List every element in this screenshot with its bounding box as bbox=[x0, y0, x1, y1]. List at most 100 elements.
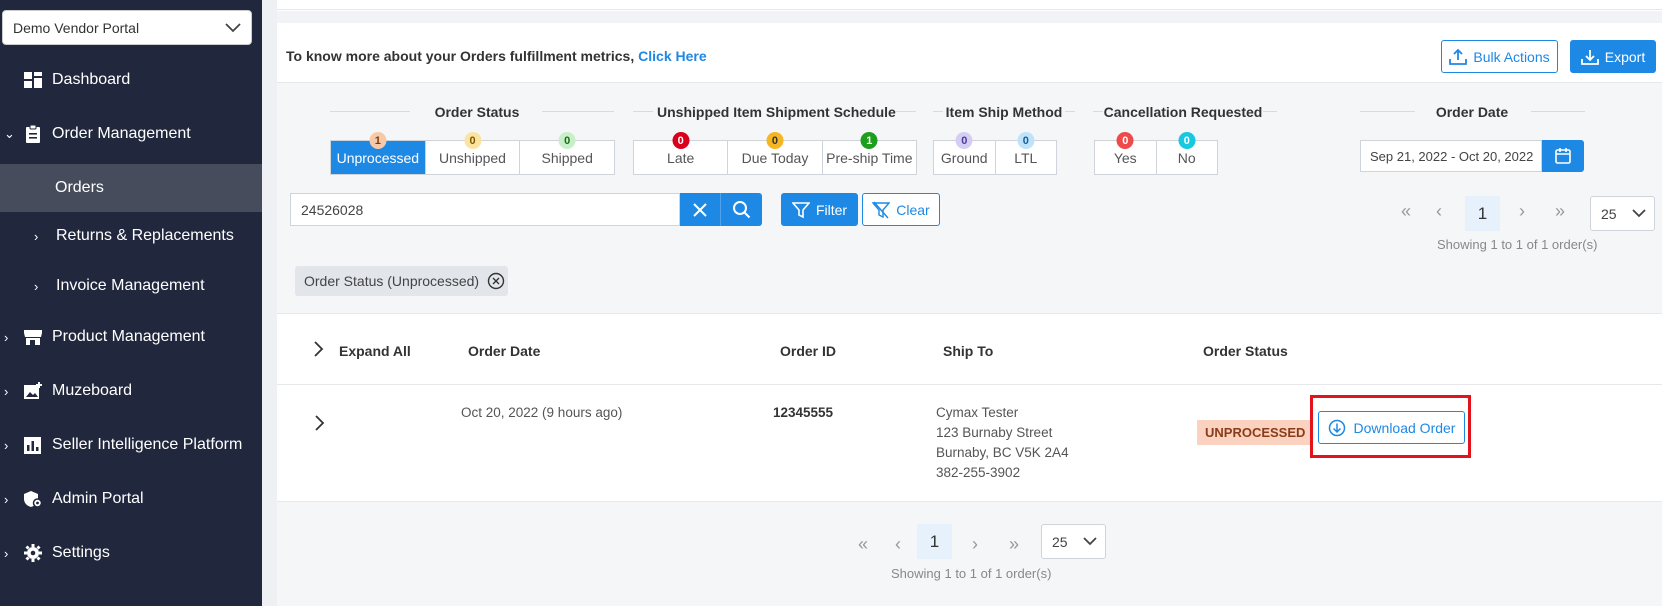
count-badge: 0 bbox=[955, 132, 973, 149]
sidebar-item-admin-portal[interactable]: › Admin Portal bbox=[0, 477, 262, 521]
filter-ltl[interactable]: 0 LTL bbox=[996, 132, 1057, 174]
sidebar: Demo Vendor Portal Dashboard ⌄ Order Man… bbox=[0, 0, 262, 606]
sidebar-item-dashboard[interactable]: Dashboard bbox=[0, 58, 262, 102]
banner-text: To know more about your Orders fulfillme… bbox=[286, 48, 707, 64]
filter-shipped[interactable]: 0 Shipped bbox=[520, 132, 614, 174]
clear-search-button[interactable] bbox=[680, 193, 720, 226]
count-badge: 0 bbox=[558, 132, 576, 149]
bulk-actions-button[interactable]: Bulk Actions bbox=[1441, 40, 1558, 73]
chevron-right-icon[interactable] bbox=[314, 341, 324, 357]
filter-label: Pre-ship Time bbox=[826, 149, 913, 166]
filter-button[interactable]: Filter bbox=[781, 193, 858, 226]
col-ship-to: Ship To bbox=[943, 343, 994, 359]
expand-all-button[interactable]: Expand All bbox=[339, 343, 411, 359]
chevron-right-icon: › bbox=[4, 329, 9, 345]
vendor-select[interactable]: Demo Vendor Portal bbox=[2, 10, 252, 45]
filter-due-today[interactable]: 0 Due Today bbox=[728, 132, 823, 174]
click-here-link[interactable]: Click Here bbox=[638, 48, 706, 64]
chevron-right-icon: › bbox=[4, 383, 9, 399]
expand-row-icon[interactable] bbox=[315, 415, 325, 431]
filter-yes[interactable]: 0 Yes bbox=[1095, 132, 1157, 174]
last-page-button[interactable]: » bbox=[1002, 532, 1026, 556]
shipment-schedule-filter: 0 Late 0 Due Today 1 Pre-ship Time bbox=[633, 132, 917, 175]
current-page[interactable]: 1 bbox=[1465, 196, 1500, 231]
active-filter-chip: Order Status (Unprocessed) bbox=[295, 266, 508, 296]
ship-to-cell: Cymax Tester 123 Burnaby Street Burnaby,… bbox=[936, 403, 1069, 483]
download-order-button[interactable]: Download Order bbox=[1318, 411, 1465, 444]
filter-label: No bbox=[1177, 149, 1196, 166]
bulk-actions-label: Bulk Actions bbox=[1473, 48, 1550, 65]
sidebar-item-seller-intelligence[interactable]: › Seller Intelligence Platform bbox=[0, 423, 262, 467]
count-badge: 0 bbox=[672, 132, 690, 149]
table-footer: « ‹ 1 › » 25 Showing 1 to 1 of 1 order(s… bbox=[277, 502, 1662, 606]
prev-page-button[interactable]: ‹ bbox=[1432, 199, 1446, 223]
filter-pre-ship-time[interactable]: 1 Pre-ship Time bbox=[823, 132, 916, 174]
search-input[interactable]: 24526028 bbox=[290, 193, 680, 226]
sidebar-item-muzeboard[interactable]: › Muzeboard bbox=[0, 369, 262, 413]
divider bbox=[1065, 111, 1075, 112]
filter-no[interactable]: 0 No bbox=[1157, 132, 1218, 174]
bar-chart-icon bbox=[24, 437, 41, 454]
last-page-button[interactable]: » bbox=[1548, 199, 1572, 223]
image-plus-icon bbox=[24, 382, 42, 399]
sidebar-item-label: Admin Portal bbox=[52, 490, 144, 507]
order-id-cell: 12345555 bbox=[773, 405, 834, 420]
order-status-title: Order Status bbox=[434, 104, 520, 120]
next-page-button[interactable]: › bbox=[1515, 199, 1529, 223]
date-range-input[interactable]: Sep 21, 2022 - Oct 20, 2022 bbox=[1360, 140, 1542, 172]
table-header: Expand All Order Date Order ID Ship To O… bbox=[277, 313, 1662, 385]
filter-ground[interactable]: 0 Ground bbox=[934, 132, 996, 174]
ship-to-city: Burnaby, BC V5K 2A4 bbox=[936, 445, 1069, 460]
filter-label: Unprocessed bbox=[336, 149, 420, 166]
main-content: To know more about your Orders fulfillme… bbox=[277, 0, 1662, 606]
count-badge: 0 bbox=[1017, 132, 1035, 149]
search-button[interactable] bbox=[720, 193, 762, 226]
chevron-right-icon: › bbox=[34, 228, 39, 244]
sidebar-item-label: Muzeboard bbox=[52, 382, 133, 399]
sidebar-item-order-management[interactable]: ⌄ Order Management bbox=[0, 112, 262, 156]
chevron-down-icon bbox=[225, 22, 241, 32]
remove-chip-icon[interactable] bbox=[487, 272, 505, 290]
sidebar-item-label: Returns & Replacements bbox=[56, 227, 234, 244]
filter-unshipped[interactable]: 0 Unshipped bbox=[426, 132, 521, 174]
filter-late[interactable]: 0 Late bbox=[634, 132, 729, 174]
filter-label: Yes bbox=[1113, 149, 1137, 166]
download-circle-icon bbox=[1328, 419, 1345, 436]
clipboard-icon bbox=[26, 125, 40, 143]
clear-filters-button[interactable]: Clear bbox=[862, 193, 940, 226]
count-badge: 0 bbox=[1178, 132, 1196, 149]
calendar-icon bbox=[1555, 148, 1571, 164]
order-date-title: Order Date bbox=[1435, 104, 1509, 120]
filter-unprocessed[interactable]: 1 Unprocessed bbox=[331, 132, 426, 174]
order-date-cell: Oct 20, 2022 (9 hours ago) bbox=[461, 405, 623, 420]
prev-page-button[interactable]: ‹ bbox=[891, 532, 905, 556]
page-size-select[interactable]: 25 bbox=[1041, 524, 1106, 559]
filter-label: Ground bbox=[940, 149, 988, 166]
pagination-summary: Showing 1 to 1 of 1 order(s) bbox=[1437, 237, 1598, 252]
first-page-button[interactable]: « bbox=[1394, 199, 1418, 223]
sidebar-item-label: Orders bbox=[55, 179, 104, 196]
close-icon bbox=[693, 202, 707, 217]
page-size-value: 25 bbox=[1601, 205, 1617, 222]
next-page-button[interactable]: › bbox=[968, 532, 982, 556]
ship-method-title: Item Ship Method bbox=[945, 104, 1063, 120]
pagination-summary: Showing 1 to 1 of 1 order(s) bbox=[891, 566, 1052, 581]
sidebar-item-invoice-management[interactable]: › Invoice Management bbox=[0, 264, 262, 308]
chevron-right-icon: › bbox=[4, 437, 9, 453]
calendar-button[interactable] bbox=[1542, 140, 1584, 172]
chevron-right-icon: › bbox=[34, 278, 39, 294]
page-size-select[interactable]: 25 bbox=[1590, 196, 1655, 231]
divider bbox=[330, 111, 410, 112]
sidebar-item-orders[interactable]: Orders bbox=[0, 164, 262, 212]
sidebar-item-settings[interactable]: › Settings bbox=[0, 531, 262, 575]
filter-label: LTL bbox=[1014, 149, 1038, 166]
sidebar-item-label: Invoice Management bbox=[56, 277, 205, 294]
export-button[interactable]: Export bbox=[1570, 40, 1656, 73]
vendor-select-value: Demo Vendor Portal bbox=[13, 19, 140, 36]
sidebar-item-returns[interactable]: › Returns & Replacements bbox=[0, 214, 262, 258]
sidebar-item-product-management[interactable]: › Product Management bbox=[0, 315, 262, 359]
spacer bbox=[277, 11, 1662, 23]
shipment-schedule-title: Unshipped Item Shipment Schedule bbox=[657, 104, 896, 120]
first-page-button[interactable]: « bbox=[851, 532, 875, 556]
current-page[interactable]: 1 bbox=[917, 524, 952, 559]
